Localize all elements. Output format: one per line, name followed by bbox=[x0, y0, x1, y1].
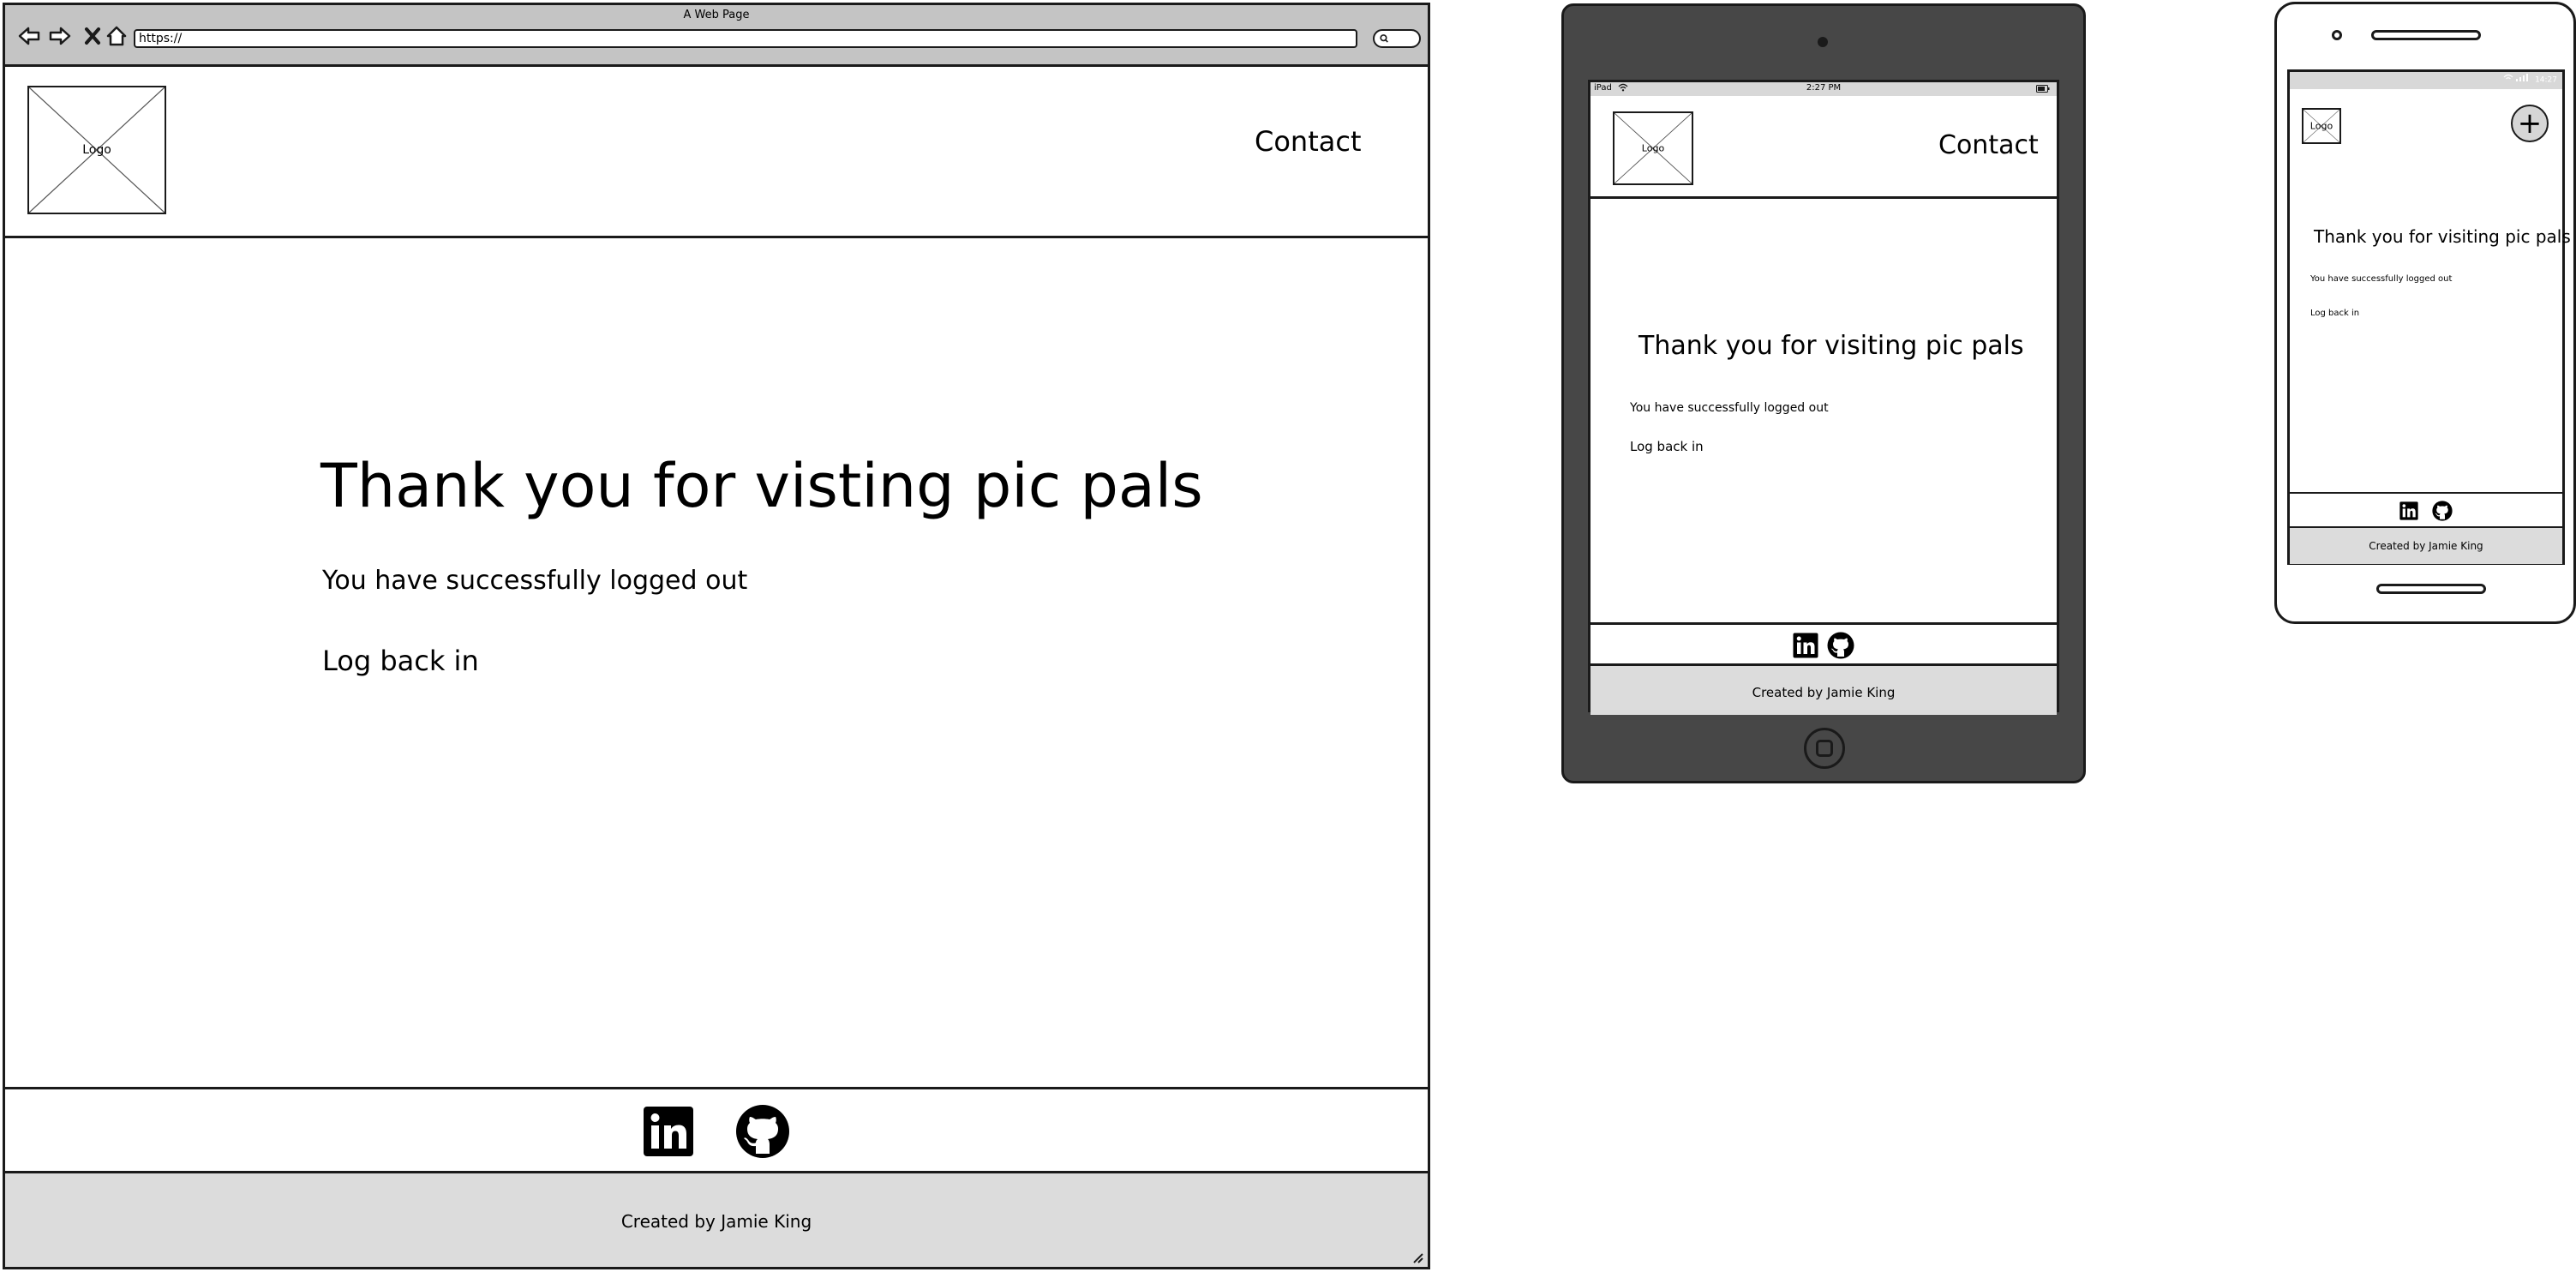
status-time: 2:27 PM bbox=[1806, 83, 1842, 93]
page-title: Thank you for visiting pic pals bbox=[1638, 331, 2024, 361]
search-button[interactable] bbox=[1373, 29, 1421, 48]
tablet-home-button[interactable] bbox=[1804, 728, 1845, 769]
nav-link-contact[interactable]: Contact bbox=[1938, 130, 2039, 160]
linkedin-icon[interactable] bbox=[1793, 633, 1818, 658]
footer-credit: Created by Jamie King bbox=[620, 1211, 812, 1232]
phone-screen: 14:27 Logo + Thank you for visiting pic … bbox=[2287, 69, 2571, 565]
logo-image-placeholder[interactable]: Logo bbox=[2302, 108, 2341, 144]
footer-credit: Created by Jamie King bbox=[1752, 685, 1896, 700]
battery-icon bbox=[2036, 85, 2050, 95]
social-links-bar bbox=[2290, 492, 2562, 528]
search-icon bbox=[1380, 34, 1388, 43]
phone-camera-icon bbox=[2332, 30, 2342, 40]
browser-window-title: A Web Page bbox=[683, 9, 750, 21]
nav-link-contact[interactable]: Contact bbox=[1255, 125, 1362, 158]
github-icon[interactable] bbox=[1827, 632, 1854, 659]
url-input[interactable]: https:// bbox=[134, 29, 1357, 48]
logout-message: You have successfully logged out bbox=[2310, 274, 2453, 284]
site-footer: Created by Jamie King bbox=[5, 1171, 1428, 1267]
social-links-bar bbox=[1591, 622, 2057, 665]
log-back-in-link[interactable]: Log back in bbox=[1630, 439, 1704, 454]
back-arrow-icon[interactable] bbox=[17, 24, 41, 48]
logo-image-placeholder[interactable]: Logo bbox=[1613, 111, 1693, 185]
tablet-camera-icon bbox=[1818, 37, 1828, 47]
site-header: Logo Contact bbox=[5, 67, 1428, 238]
social-links-bar bbox=[5, 1087, 1428, 1173]
desktop-browser-wireframe: A Web Page https:// Logo Contact Thank y… bbox=[3, 3, 1430, 1269]
resize-grip-icon[interactable] bbox=[1412, 1251, 1424, 1263]
phone-home-bar[interactable] bbox=[2376, 584, 2486, 594]
browser-chrome: A Web Page https:// bbox=[5, 5, 1428, 67]
tablet-wireframe: iPad 2:27 PM Logo Contact Thank you for … bbox=[1561, 3, 2086, 783]
home-icon[interactable] bbox=[105, 24, 129, 48]
site-header: Logo Contact bbox=[1591, 96, 2057, 199]
linkedin-icon[interactable] bbox=[2399, 501, 2418, 520]
phone-wireframe: 14:27 Logo + Thank you for visiting pic … bbox=[2274, 2, 2576, 624]
logo-label: Logo bbox=[1641, 142, 1665, 154]
logo-label: Logo bbox=[82, 143, 111, 157]
page-title: Thank you for visiting pic pals bbox=[2314, 226, 2571, 247]
signal-icon bbox=[2503, 72, 2529, 87]
log-back-in-link[interactable]: Log back in bbox=[2310, 309, 2359, 318]
logo-label: Logo bbox=[2309, 120, 2333, 132]
log-back-in-link[interactable]: Log back in bbox=[322, 645, 479, 677]
forward-arrow-icon[interactable] bbox=[48, 24, 72, 48]
page-title: Thank you for visting pic pals bbox=[321, 451, 1203, 521]
logout-message: You have successfully logged out bbox=[322, 566, 748, 596]
site-footer: Created by Jamie King bbox=[1591, 663, 2057, 715]
tablet-status-bar: iPad 2:27 PM bbox=[1591, 82, 2057, 96]
logo-image-placeholder[interactable]: Logo bbox=[27, 86, 166, 214]
phone-speaker bbox=[2371, 30, 2481, 40]
linkedin-icon[interactable] bbox=[643, 1106, 694, 1157]
logout-message: You have successfully logged out bbox=[1630, 401, 1829, 415]
phone-status-bar: 14:27 bbox=[2290, 72, 2562, 89]
main-content: Thank you for visting pic pals You have … bbox=[5, 238, 1428, 1087]
github-icon[interactable] bbox=[735, 1104, 790, 1159]
tablet-screen: iPad 2:27 PM Logo Contact Thank you for … bbox=[1588, 80, 2059, 715]
site-footer: Created by Jamie King bbox=[2290, 526, 2562, 564]
footer-credit: Created by Jamie King bbox=[2369, 540, 2483, 552]
status-time: 14:27 bbox=[2535, 75, 2557, 85]
add-button[interactable]: + bbox=[2511, 105, 2549, 142]
close-icon[interactable] bbox=[81, 24, 105, 48]
github-icon[interactable] bbox=[2432, 501, 2453, 521]
home-square-icon bbox=[1816, 740, 1833, 757]
